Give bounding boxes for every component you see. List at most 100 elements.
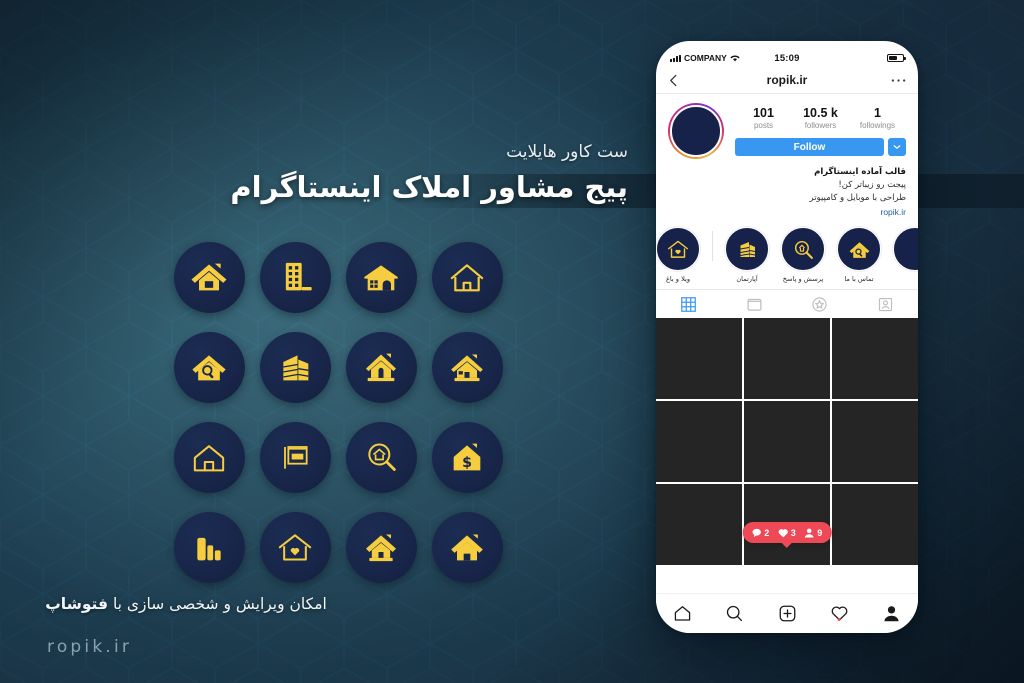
icon-cell[interactable] (424, 502, 510, 592)
follower-count-value: 9 (817, 527, 823, 538)
grid-tile[interactable] (744, 401, 830, 483)
house-search-icon (849, 241, 869, 258)
wifi-icon (730, 55, 740, 62)
profile-tabs[interactable] (656, 289, 918, 318)
story-highlights[interactable]: ویلا و باغ آپارتمان پرسش و پاسخ تماس با … (656, 219, 918, 289)
house-search-icon[interactable] (173, 331, 245, 403)
icon-cell[interactable] (338, 412, 424, 502)
follow-dropdown-button[interactable] (888, 138, 906, 157)
bio-link[interactable]: ropik.ir (668, 206, 906, 220)
icon-cell[interactable] (252, 412, 338, 502)
grid-tile[interactable] (832, 318, 918, 400)
highlight-label: پرسش و پاسخ (782, 275, 824, 284)
poster-subtitle-block: ست کاور هایلایت (208, 142, 628, 167)
apartment-building-icon[interactable] (259, 241, 331, 313)
grid-tile[interactable] (656, 484, 742, 566)
icon-cell[interactable] (166, 502, 252, 592)
home-nav-button[interactable] (656, 604, 708, 623)
add-post-nav-button[interactable] (761, 604, 813, 623)
like-count: 3 (777, 528, 796, 538)
home-icon (674, 606, 690, 621)
profile-summary: 101 posts 10.5 k followers 1 followings … (735, 103, 906, 157)
house-heart-icon[interactable] (259, 511, 331, 583)
home-line-icon[interactable] (173, 421, 245, 493)
profile-bio: قالب آماده اینستاگرام پیجت رو زیباتر کن!… (656, 159, 918, 219)
skyscraper-icon[interactable] (259, 331, 331, 403)
highlight-partial[interactable] (893, 227, 918, 283)
house-dollar-icon[interactable]: $ (431, 421, 503, 493)
highlight-cover[interactable] (656, 227, 700, 272)
icon-cell[interactable] (424, 322, 510, 412)
stat-followers[interactable]: 10.5 k followers (792, 106, 849, 130)
search-icon (726, 605, 743, 622)
status-bar-right (800, 53, 906, 63)
highlight-label: آپارتمان (736, 275, 758, 284)
icon-cell[interactable] (252, 502, 338, 592)
bottom-navigation[interactable] (656, 593, 918, 633)
follow-button[interactable]: Follow (735, 138, 884, 157)
bar-chart-icon[interactable] (173, 511, 245, 583)
grid-tile[interactable] (656, 318, 742, 400)
back-button[interactable] (668, 74, 702, 87)
barn-cottage-icon[interactable] (345, 241, 417, 313)
stat-label: followings (859, 121, 896, 131)
profile-nav-button[interactable] (866, 604, 918, 623)
signal-bars-icon (670, 54, 681, 62)
activity-nav-button[interactable] (813, 604, 865, 623)
icon-cell[interactable]: $ (424, 412, 510, 502)
bio-name: قالب آماده اینستاگرام (814, 167, 906, 177)
magnifier-house-icon[interactable] (345, 421, 417, 493)
for-rent-sign-icon[interactable] (259, 421, 331, 493)
icon-cell[interactable] (424, 232, 510, 322)
icon-cell[interactable] (338, 232, 424, 322)
icon-cell[interactable] (252, 232, 338, 322)
house-solid-door-icon[interactable] (345, 511, 417, 583)
highlight-contact[interactable]: تماس با ما (837, 227, 881, 283)
chevron-down-icon (893, 145, 901, 150)
grid-tile[interactable] (832, 484, 918, 566)
house-door-icon[interactable] (345, 331, 417, 403)
icon-cell[interactable] (166, 322, 252, 412)
like-count-value: 3 (790, 527, 796, 538)
highlight-cover[interactable] (781, 227, 825, 272)
photo-grid[interactable]: 2 3 9 (656, 318, 918, 593)
avatar-story-ring[interactable] (668, 103, 724, 159)
stat-posts[interactable]: 101 posts (735, 106, 792, 130)
highlight-apartment[interactable]: آپارتمان (725, 227, 769, 283)
highlight-label: تماس با ما (844, 275, 874, 284)
icon-cell[interactable] (338, 502, 424, 592)
tab-grid[interactable] (656, 290, 722, 318)
tab-tagged[interactable] (853, 290, 919, 318)
poster-caption: امکان ویرایش و شخصی سازی با فتوشاپ (0, 595, 372, 613)
highlight-villa[interactable]: ویلا و باغ (656, 227, 700, 283)
highlight-cover[interactable] (837, 227, 881, 272)
stat-label: followers (804, 121, 837, 131)
highlight-cover[interactable] (893, 227, 918, 272)
icon-cell[interactable] (166, 412, 252, 502)
search-nav-button[interactable] (708, 604, 760, 623)
carrier-label: COMPANY (684, 53, 727, 63)
tab-reels[interactable] (722, 290, 788, 318)
chevron-left-icon (670, 74, 677, 86)
highlight-cover[interactable] (725, 227, 769, 272)
profile-stats: 101 posts 10.5 k followers 1 followings (735, 106, 906, 130)
icon-cell[interactable] (252, 322, 338, 412)
more-options-button[interactable] (872, 78, 906, 83)
comment-count: 2 (752, 528, 769, 538)
tab-guides[interactable] (787, 290, 853, 318)
house-outline-icon[interactable] (431, 241, 503, 313)
grid-tile[interactable] (832, 401, 918, 483)
house-roof-filled-icon[interactable] (173, 241, 245, 313)
comment-icon (752, 528, 761, 537)
house-door-window-icon[interactable] (431, 331, 503, 403)
phone-mockup: COMPANY 15:09 ropik.ir 101 posts 10.5 k … (656, 41, 918, 633)
star-icon (812, 296, 827, 312)
stat-followings[interactable]: 1 followings (849, 106, 906, 130)
house-simple-filled-icon[interactable] (431, 511, 503, 583)
grid-tile[interactable] (744, 318, 830, 400)
highlight-faq[interactable]: پرسش و پاسخ (781, 227, 825, 283)
icon-cell[interactable] (166, 232, 252, 322)
grid-tile[interactable] (656, 401, 742, 483)
avatar[interactable] (670, 105, 722, 157)
icon-cell[interactable] (338, 322, 424, 412)
